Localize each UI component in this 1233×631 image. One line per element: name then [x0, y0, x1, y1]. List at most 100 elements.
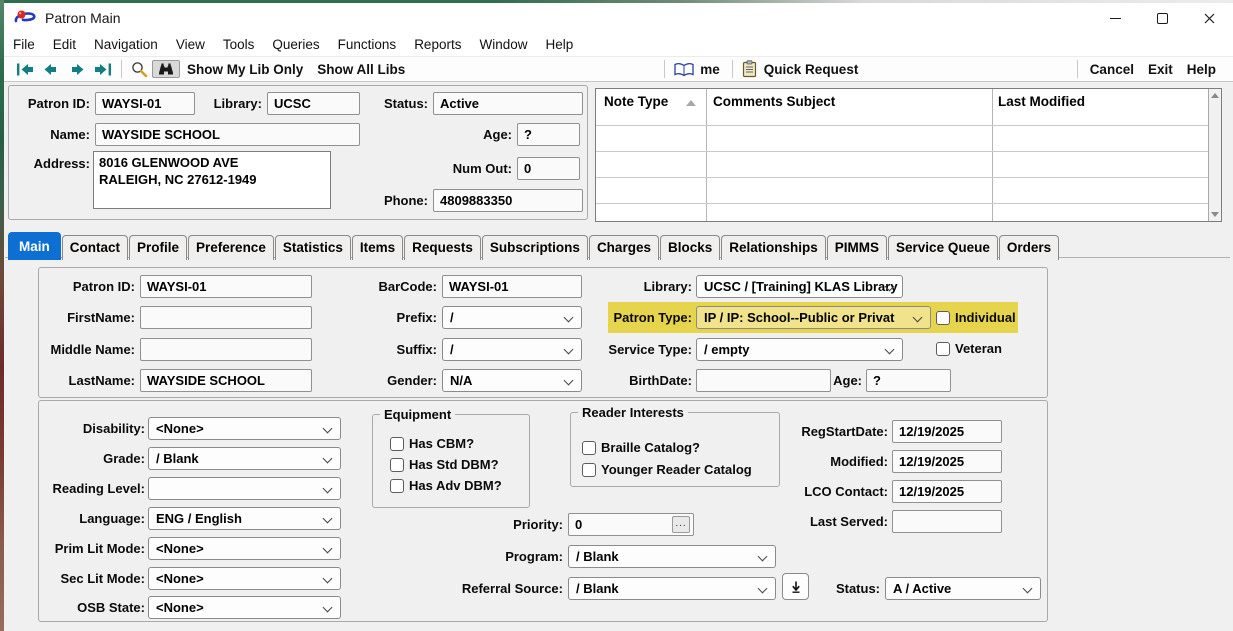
has-adv-dbm-checkbox[interactable]	[390, 479, 404, 493]
library-select[interactable]: UCSC / [Training] KLAS Library	[696, 275, 903, 298]
close-button[interactable]	[1186, 3, 1233, 33]
priority-more-button[interactable]: ...	[672, 516, 690, 533]
tab-preference[interactable]: Preference	[188, 235, 274, 260]
quick-request-button[interactable]	[738, 59, 761, 79]
lastname-field[interactable]: WAYSIDE SCHOOL	[140, 369, 312, 392]
exit-button[interactable]: Exit	[1141, 60, 1180, 79]
menu-edit[interactable]: Edit	[44, 35, 85, 54]
menu-bar: File Edit Navigation View Tools Queries …	[4, 33, 1233, 57]
tab-orders[interactable]: Orders	[999, 235, 1059, 260]
tab-statistics[interactable]: Statistics	[275, 235, 351, 260]
regstartdate-field[interactable]: 12/19/2025	[892, 420, 1002, 443]
prim-lit-mode-select[interactable]: <None>	[148, 537, 341, 560]
osb-state-select[interactable]: <None>	[148, 596, 341, 619]
table-row[interactable]	[596, 151, 1208, 152]
header-phone-field[interactable]: 4809883350	[433, 189, 583, 212]
menu-file[interactable]: File	[4, 35, 44, 54]
tab-charges[interactable]: Charges	[589, 235, 659, 260]
table-row[interactable]	[596, 125, 1208, 126]
tab-subscriptions[interactable]: Subscriptions	[482, 235, 588, 260]
tab-profile[interactable]: Profile	[129, 235, 187, 260]
has-cbm-checkbox[interactable]	[390, 437, 404, 451]
header-phone-label: Phone:	[360, 189, 428, 212]
younger-reader-checkbox[interactable]	[582, 463, 596, 477]
age-field[interactable]: ?	[866, 369, 951, 392]
individual-checkbox[interactable]	[936, 311, 950, 325]
find-button[interactable]	[152, 60, 180, 78]
grade-select[interactable]: / Blank	[148, 447, 341, 470]
gender-select[interactable]: N/A	[442, 369, 582, 392]
tab-contact[interactable]: Contact	[62, 235, 128, 260]
firstname-field[interactable]	[140, 306, 312, 329]
menu-navigation[interactable]: Navigation	[85, 35, 167, 54]
header-age-field[interactable]: ?	[517, 123, 580, 146]
patron-id-field[interactable]: WAYSI-01	[140, 275, 312, 298]
header-num-out-field[interactable]: 0	[517, 157, 580, 180]
header-patron-id-field[interactable]: WAYSI-01	[95, 92, 195, 115]
minimize-button[interactable]	[1092, 3, 1139, 33]
menu-functions[interactable]: Functions	[329, 35, 406, 54]
status-select[interactable]: A / Active	[885, 577, 1041, 600]
tab-pimms[interactable]: PIMMS	[827, 235, 887, 260]
notes-col-note-type[interactable]: Note Type	[604, 94, 668, 109]
nav-first-button[interactable]	[12, 61, 39, 78]
table-row[interactable]	[596, 203, 1208, 204]
cancel-button[interactable]: Cancel	[1083, 60, 1141, 79]
address-line-2: RALEIGH, NC 27612-1949	[99, 171, 325, 188]
program-select[interactable]: / Blank	[568, 545, 776, 568]
veteran-checkbox[interactable]	[936, 342, 950, 356]
tab-service-queue[interactable]: Service Queue	[888, 235, 998, 260]
suffix-select[interactable]: /	[442, 338, 582, 361]
sec-lit-mode-select[interactable]: <None>	[148, 567, 341, 590]
has-std-dbm-checkbox[interactable]	[390, 458, 404, 472]
barcode-field[interactable]: WAYSI-01	[442, 275, 582, 298]
referral-source-select[interactable]: / Blank	[568, 577, 776, 600]
notes-col-comments-subject[interactable]: Comments Subject	[713, 94, 835, 109]
header-address-field[interactable]: 8016 GLENWOOD AVE RALEIGH, NC 27612-1949	[93, 151, 331, 209]
menu-queries[interactable]: Queries	[263, 35, 328, 54]
braille-catalog-checkbox[interactable]	[582, 441, 596, 455]
lastname-label: LastName:	[40, 369, 135, 392]
lco-contact-field[interactable]: 12/19/2025	[892, 480, 1002, 503]
nav-last-button[interactable]	[89, 61, 116, 78]
me-button[interactable]	[670, 61, 698, 78]
notes-col-last-modified[interactable]: Last Modified	[998, 94, 1085, 109]
menu-window[interactable]: Window	[470, 35, 536, 54]
language-select[interactable]: ENG / English	[148, 507, 341, 530]
tab-main[interactable]: Main	[8, 232, 61, 260]
patron-type-select[interactable]: IP / IP: School--Public or Privat	[696, 306, 931, 329]
tab-blocks[interactable]: Blocks	[660, 235, 720, 260]
nav-next-button[interactable]	[64, 61, 89, 78]
header-library-field[interactable]: UCSC	[267, 92, 360, 115]
modified-field[interactable]: 12/19/2025	[892, 450, 1002, 473]
help-button[interactable]: Help	[1180, 60, 1223, 79]
reading-level-select[interactable]	[148, 477, 341, 500]
show-all-libs-button[interactable]: Show All Libs	[310, 60, 412, 79]
middle-name-field[interactable]	[140, 338, 312, 361]
header-status-field[interactable]: Active	[433, 92, 583, 115]
quick-request-label[interactable]: Quick Request	[761, 60, 866, 79]
menu-reports[interactable]: Reports	[405, 35, 470, 54]
disability-select[interactable]: <None>	[148, 417, 341, 440]
tab-relationships[interactable]: Relationships	[721, 235, 826, 260]
nav-previous-button[interactable]	[39, 61, 64, 78]
menu-view[interactable]: View	[167, 35, 214, 54]
tab-requests[interactable]: Requests	[404, 235, 481, 260]
notes-scrollbar[interactable]	[1208, 89, 1221, 221]
show-my-lib-only-button[interactable]: Show My Lib Only	[180, 60, 310, 79]
menu-tools[interactable]: Tools	[214, 35, 264, 54]
last-served-field[interactable]	[892, 510, 1002, 533]
search-button[interactable]	[127, 60, 152, 79]
scroll-down-icon[interactable]	[1211, 212, 1219, 217]
maximize-button[interactable]	[1139, 3, 1186, 33]
tab-items[interactable]: Items	[352, 235, 403, 260]
scroll-up-icon[interactable]	[1211, 93, 1219, 98]
header-name-field[interactable]: WAYSIDE SCHOOL	[95, 123, 360, 146]
nav-next-icon	[68, 62, 85, 77]
me-button-label[interactable]: me	[698, 60, 727, 79]
menu-help[interactable]: Help	[536, 35, 582, 54]
prefix-select[interactable]: /	[442, 306, 582, 329]
table-row[interactable]	[596, 177, 1208, 178]
birthdate-field[interactable]	[696, 369, 831, 392]
service-type-select[interactable]: / empty	[696, 338, 903, 361]
